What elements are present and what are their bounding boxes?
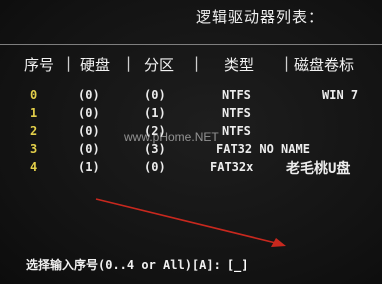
red-arrow-icon <box>95 198 286 247</box>
prompt-label: 选择输入序号(0..4 or All)[A]: <box>26 258 221 272</box>
dos-console-screen: 逻辑驱动器列表： 序号 | 硬盘 | 分区 | 类型 | 磁盘卷标 0 (0) … <box>0 0 382 284</box>
selection-prompt: 选择输入序号(0..4 or All)[A]: [_] <box>26 256 249 273</box>
selection-input[interactable]: [_] <box>227 258 249 272</box>
